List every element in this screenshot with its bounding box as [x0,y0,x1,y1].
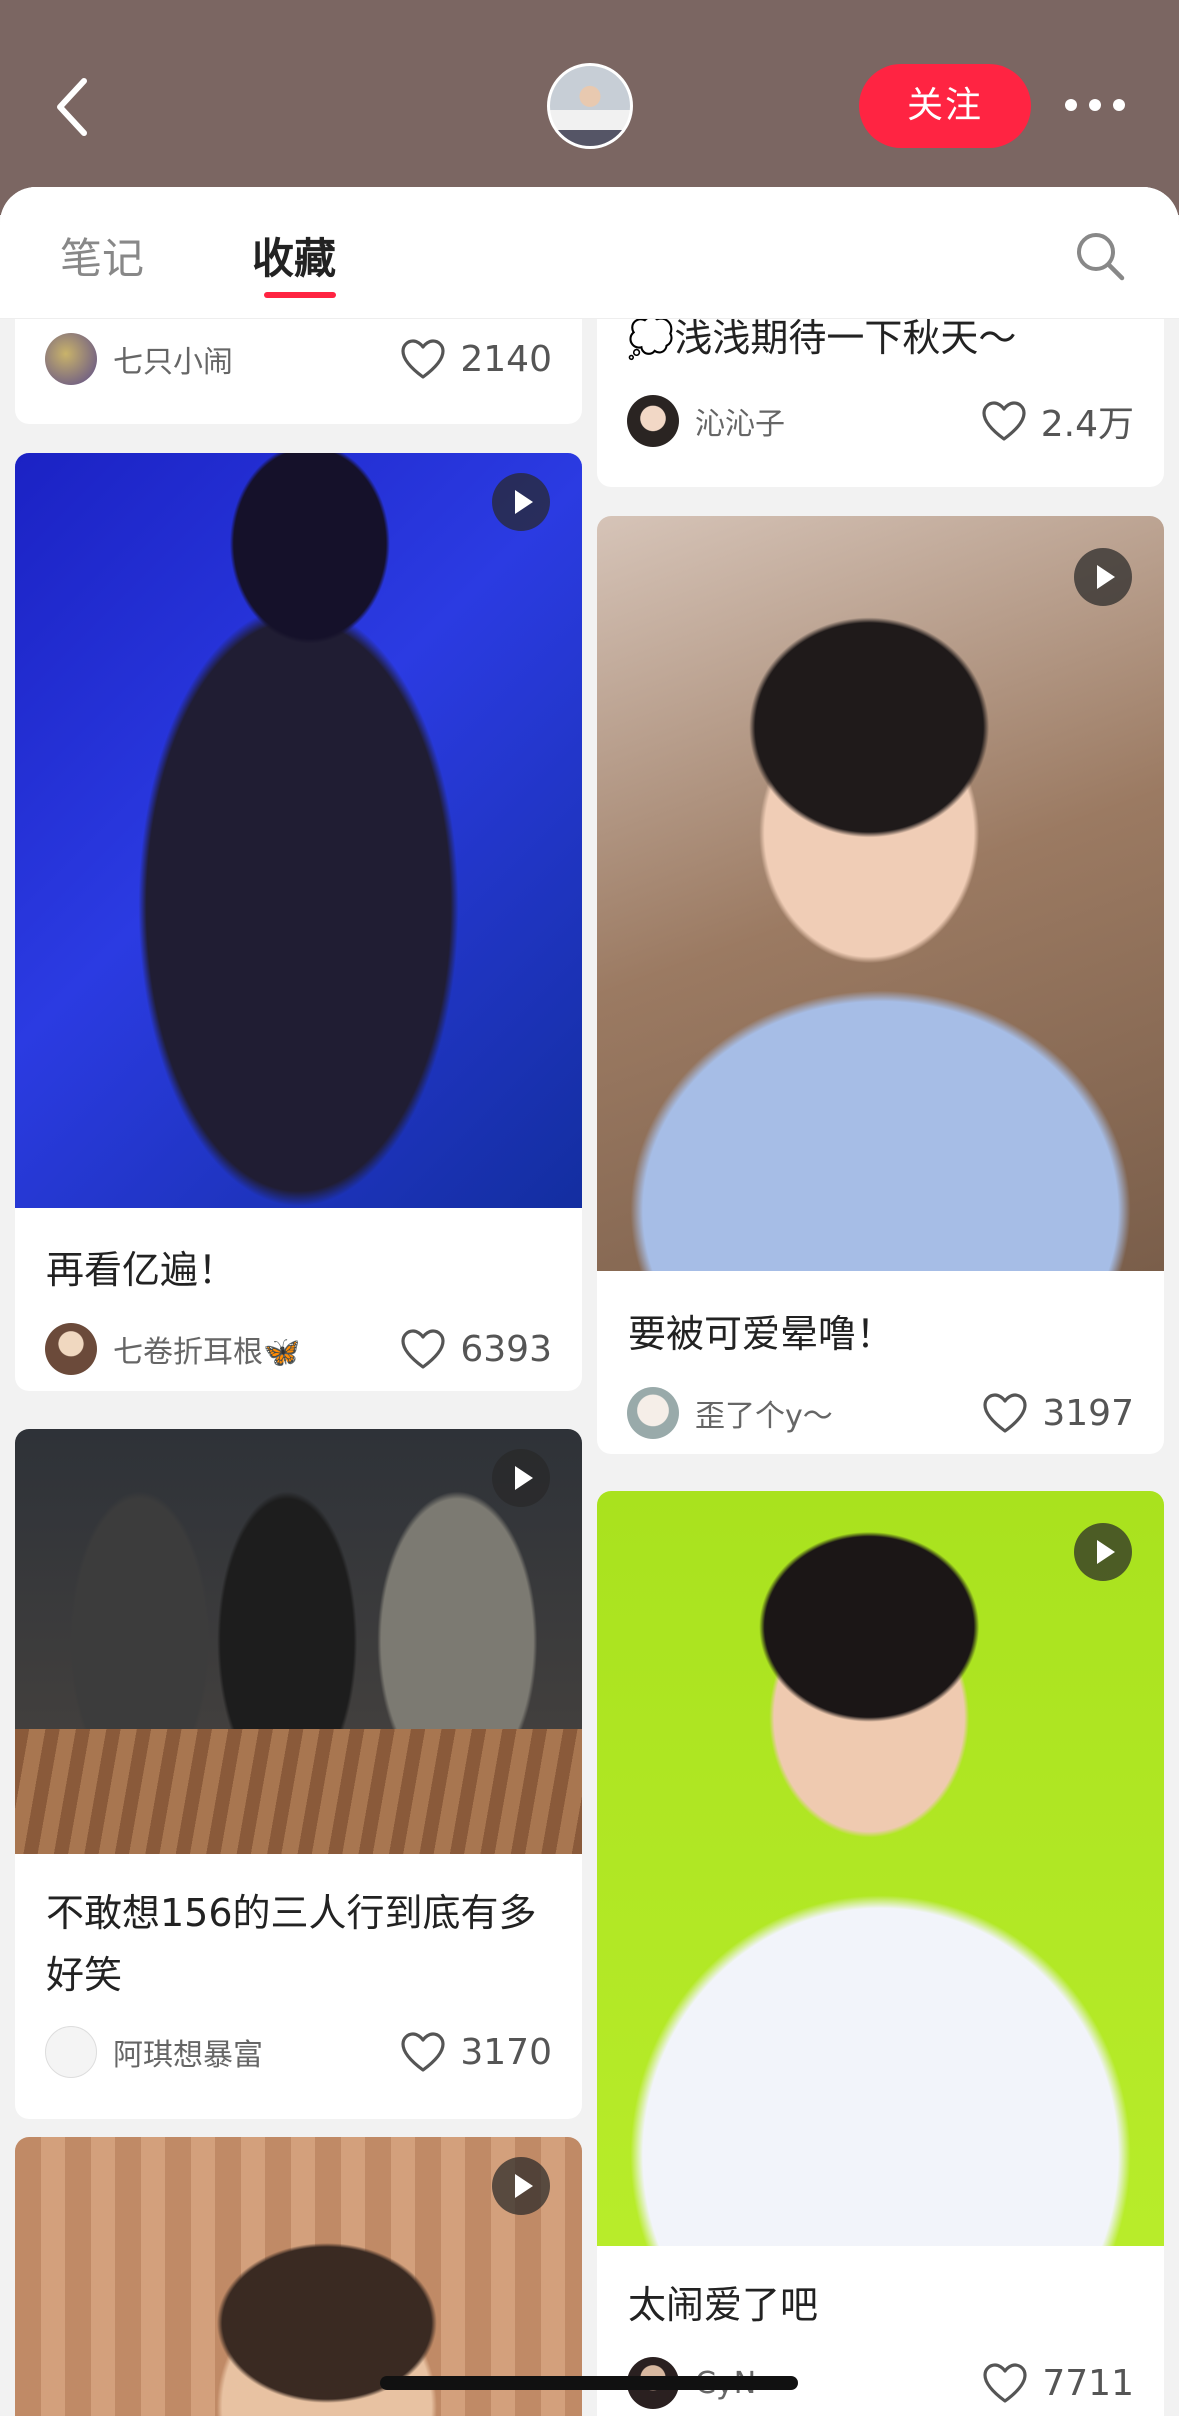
note-card[interactable] [15,2137,582,2416]
like-count: 7711 [1042,2362,1134,2404]
like-count: 2.4万 [1040,404,1134,445]
avatar [627,1387,679,1439]
avatar [45,333,97,385]
cover-image [597,516,1164,1271]
heart-icon [983,2363,1027,2403]
chevron-left-icon[interactable] [50,75,96,139]
like-button[interactable]: 6393 [400,1323,552,1375]
heart-icon [401,2032,445,2072]
heart-icon [401,339,445,379]
author-info[interactable]: 歪了个y～ [627,1387,833,1439]
author-name: 七卷折耳根🦋 [113,1335,301,1370]
like-count: 2140 [460,338,552,380]
note-card[interactable]: 再看亿遍！ 七卷折耳根🦋 6393 [15,453,582,1391]
avatar[interactable] [547,63,633,149]
avatar [45,1323,97,1375]
note-card[interactable]: 太闹爱了吧 CyN 7711 [597,1491,1164,2416]
cover-image [15,453,582,1208]
like-button[interactable]: 3197 [982,1387,1134,1439]
play-icon [1074,548,1132,606]
collection-sheet: 七只小闹 2140 再看亿遍！ 七卷折耳根🦋 6393 不敢想156的三人行到底… [0,187,1179,2416]
like-button[interactable]: 2.4万 [981,395,1134,447]
author-name: 阿琪想暴富 [113,2038,263,2073]
tab-bar: 笔记 收藏 [0,187,1179,319]
play-icon [492,1449,550,1507]
author-info[interactable]: 阿琪想暴富 [45,2026,263,2078]
profile-header: 关注 [0,0,1179,215]
play-icon [1074,1523,1132,1581]
search-icon[interactable] [1073,229,1127,283]
note-title: 再看亿遍！ [46,1248,237,1292]
more-dots-icon[interactable] [1065,99,1125,113]
cover-image [597,1491,1164,2246]
avatar [45,2026,97,2078]
author-name: 七只小闹 [113,345,233,380]
author-info[interactable]: 七只小闹 [45,333,233,385]
like-button[interactable]: 7711 [982,2357,1134,2409]
like-count: 3197 [1042,1392,1134,1434]
play-icon [492,2157,550,2215]
note-card[interactable]: 要被可爱晕噜！ 歪了个y～ 3197 [597,516,1164,1454]
like-button[interactable]: 3170 [400,2026,552,2078]
play-icon [492,473,550,531]
heart-icon [401,1329,445,1369]
author-name: 歪了个y～ [695,1399,833,1434]
author-name: 沁沁子 [695,407,785,442]
like-count: 3170 [460,2031,552,2073]
author-info[interactable]: 七卷折耳根🦋 [45,1323,300,1375]
note-card[interactable]: 不敢想156的三人行到底有多好笑 阿琪想暴富 3170 [15,1429,582,2119]
avatar [627,395,679,447]
like-count: 6393 [460,1328,552,1370]
note-title: 太闹爱了吧 [628,2283,819,2327]
tab-notes[interactable]: 笔记 [60,225,144,286]
note-title: 不敢想156的三人行到底有多好笑 [46,1891,537,1997]
heart-icon [983,1393,1027,1433]
author-info[interactable]: 沁沁子 [627,395,785,447]
home-indicator[interactable] [380,2376,798,2390]
note-title: 要被可爱晕噜！ [628,1312,895,1356]
heart-icon [982,401,1026,441]
tab-collections[interactable]: 收藏 [252,225,336,286]
active-tab-indicator [264,292,336,298]
follow-button[interactable]: 关注 [859,64,1031,148]
like-button[interactable]: 2140 [400,333,552,385]
